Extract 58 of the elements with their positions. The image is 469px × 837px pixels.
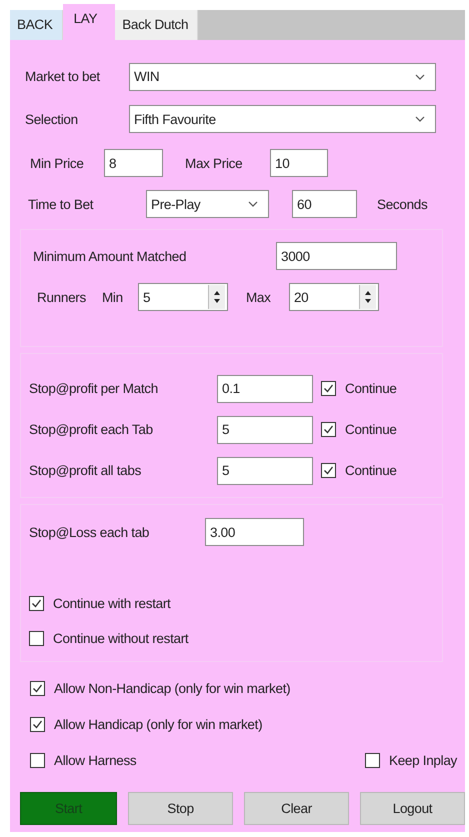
number-field[interactable]: 5 [142, 290, 150, 304]
checkbox-label: Continue without restart [53, 631, 188, 646]
checkbox[interactable] [364, 752, 380, 768]
checkbox-label: Allow Handicap (only for win market) [54, 716, 262, 732]
checkbox[interactable] [30, 752, 45, 768]
field-label: Time to Bet [27, 196, 94, 212]
action-button[interactable]: Logout [360, 792, 466, 825]
check-icon [322, 423, 335, 436]
dropdown[interactable]: Pre-Play [146, 190, 269, 218]
field-label: Minimum Amount Matched [32, 248, 188, 264]
dropdown[interactable]: WIN [129, 62, 436, 90]
field-label: Max [246, 290, 272, 304]
input-field[interactable]: 60 [292, 190, 357, 218]
field-label: Runners [36, 290, 86, 304]
checkbox-label: Continue [345, 463, 397, 478]
checkbox-label: Allow Harness [54, 752, 136, 768]
field-label: Stop@profit each Tab [29, 422, 154, 437]
check-icon [322, 464, 335, 477]
field-label: Min [102, 290, 124, 304]
checkbox[interactable] [30, 680, 45, 696]
field-label: Market to bet [24, 69, 101, 84]
checkbox[interactable] [30, 716, 45, 732]
chevron-down-icon [415, 116, 425, 122]
field-label: Stop@Loss each tab [29, 524, 150, 540]
input-field[interactable]: 10 [270, 149, 328, 177]
action-button[interactable]: Stop [128, 792, 234, 825]
field-label: Stop@profit all tabs [29, 463, 142, 478]
input-field[interactable]: 3000 [276, 242, 397, 270]
checkbox-label: Allow Non-Handicap (only for win market) [54, 680, 290, 696]
checkbox[interactable] [321, 381, 336, 396]
checkbox[interactable] [29, 596, 44, 611]
checkbox[interactable] [321, 422, 336, 437]
checkbox[interactable] [29, 631, 44, 646]
check-icon [30, 597, 43, 610]
checkbox-label: Continue [345, 422, 397, 437]
dropdown[interactable]: Fifth Favourite [129, 105, 436, 133]
tab[interactable]: LAY [62, 4, 116, 40]
chevron-down-icon [248, 201, 258, 207]
number-field[interactable]: 20 [294, 290, 308, 304]
input-field[interactable]: 8 [104, 149, 163, 177]
unit-label: Seconds [377, 196, 428, 212]
action-button[interactable]: Clear [244, 792, 350, 825]
check-icon [322, 382, 335, 395]
chevron-down-icon [415, 74, 425, 80]
field-label: Selection [24, 112, 79, 126]
tab[interactable]: BACK [10, 10, 63, 40]
tab[interactable]: Back Dutch [115, 10, 198, 40]
checkbox-label: Keep Inplay [388, 752, 457, 768]
input-field[interactable]: 5 [217, 456, 313, 484]
checkbox-label: Continue with restart [53, 596, 171, 611]
field-label: Min Price [29, 156, 85, 170]
input-field[interactable]: 5 [217, 416, 313, 444]
input-field[interactable]: 3.00 [205, 518, 304, 546]
field-label: Max Price [184, 156, 244, 170]
checkbox-label: Continue [345, 381, 397, 396]
input-field[interactable]: 0.1 [217, 374, 313, 402]
checkbox[interactable] [321, 463, 336, 478]
field-label: Stop@profit per Match [29, 381, 159, 396]
